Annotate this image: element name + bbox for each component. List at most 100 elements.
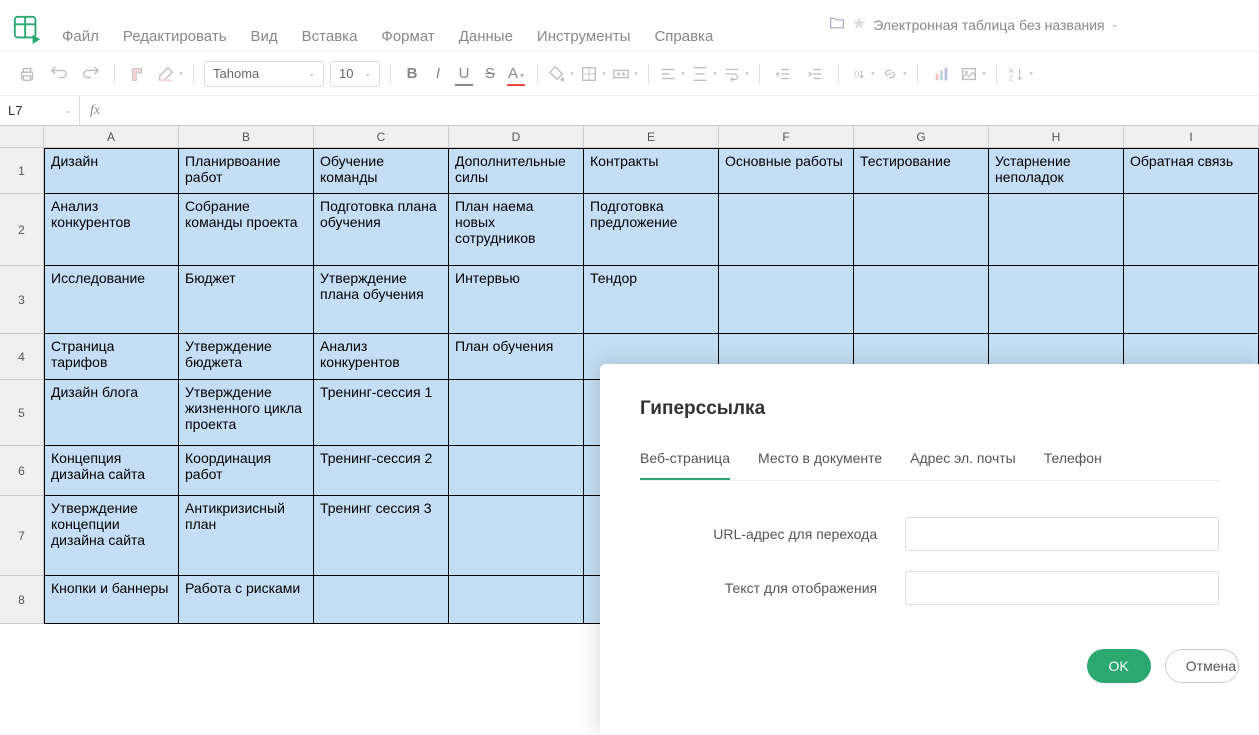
cell[interactable]: Планирвоание работ: [179, 148, 314, 194]
link-button[interactable]: ▾: [881, 61, 907, 87]
row-header[interactable]: 4: [0, 334, 44, 380]
cell[interactable]: [719, 194, 854, 266]
number-format-button[interactable]: .0▾: [849, 61, 875, 87]
align-h-button[interactable]: ▾: [659, 61, 685, 87]
cell[interactable]: Антикризисный план: [179, 496, 314, 576]
redo-button[interactable]: [78, 61, 104, 87]
row-header[interactable]: 5: [0, 380, 44, 446]
cell[interactable]: План обучения: [449, 334, 584, 380]
cell[interactable]: Тренинг-сессия 1: [314, 380, 449, 446]
column-header[interactable]: C: [314, 126, 449, 148]
tab-email[interactable]: Адрес эл. почты: [910, 450, 1016, 480]
indent-left-button[interactable]: [770, 61, 796, 87]
cell-reference[interactable]: L7⌄: [0, 96, 80, 125]
cell[interactable]: Дополнительные силы: [449, 148, 584, 194]
app-logo[interactable]: [12, 14, 42, 44]
menu-tools[interactable]: Инструменты: [537, 28, 631, 45]
cell[interactable]: Собрание команды проекта: [179, 194, 314, 266]
column-header[interactable]: E: [584, 126, 719, 148]
italic-button[interactable]: I: [427, 63, 449, 85]
cell[interactable]: Тренинг сессия 3: [314, 496, 449, 576]
select-all-corner[interactable]: [0, 126, 44, 148]
row-header[interactable]: 1: [0, 148, 44, 194]
clear-format-button[interactable]: ▾: [157, 61, 183, 87]
cell[interactable]: Дизайн: [44, 148, 179, 194]
cell[interactable]: Страница тарифов: [44, 334, 179, 380]
cell[interactable]: План наема новых сотрудников: [449, 194, 584, 266]
cell[interactable]: Тестирование: [854, 148, 989, 194]
text-color-button[interactable]: A▾: [505, 63, 527, 85]
image-button[interactable]: ▾: [960, 61, 986, 87]
menu-edit[interactable]: Редактировать: [123, 28, 227, 45]
cell[interactable]: Дизайн блога: [44, 380, 179, 446]
column-header[interactable]: B: [179, 126, 314, 148]
fill-color-button[interactable]: ▾: [548, 61, 574, 87]
row-header[interactable]: 7: [0, 496, 44, 576]
cell[interactable]: Утверждение плана обучения: [314, 266, 449, 334]
cell[interactable]: Работа с рисками: [179, 576, 314, 624]
cell[interactable]: [449, 576, 584, 624]
undo-button[interactable]: [46, 61, 72, 87]
sort-button[interactable]: AZ▾: [1007, 61, 1033, 87]
cancel-button[interactable]: Отмена: [1165, 649, 1239, 683]
cell[interactable]: Утверждение жизненного цикла проекта: [179, 380, 314, 446]
align-v-button[interactable]: ▾: [691, 61, 717, 87]
column-header[interactable]: D: [449, 126, 584, 148]
url-input[interactable]: [905, 517, 1219, 551]
cell[interactable]: [854, 194, 989, 266]
star-icon[interactable]: [851, 15, 867, 34]
row-header[interactable]: 8: [0, 576, 44, 624]
menu-help[interactable]: Справка: [654, 28, 713, 45]
cell[interactable]: Концепция дизайна сайта: [44, 446, 179, 496]
cell[interactable]: Основные работы: [719, 148, 854, 194]
cell[interactable]: Тендор: [584, 266, 719, 334]
wrap-button[interactable]: ▾: [723, 61, 749, 87]
tab-phone[interactable]: Телефон: [1044, 450, 1102, 480]
chart-button[interactable]: [928, 61, 954, 87]
cell[interactable]: Утверждение бюджета: [179, 334, 314, 380]
cell[interactable]: Координация работ: [179, 446, 314, 496]
cell[interactable]: [1124, 266, 1259, 334]
row-header[interactable]: 6: [0, 446, 44, 496]
bold-button[interactable]: B: [401, 63, 423, 85]
cell[interactable]: Подготовка плана обучения: [314, 194, 449, 266]
cell[interactable]: Анализ конкурентов: [44, 194, 179, 266]
row-header[interactable]: 3: [0, 266, 44, 334]
cell[interactable]: Обратная связь: [1124, 148, 1259, 194]
cell[interactable]: Утверждение концепции дизайна сайта: [44, 496, 179, 576]
ok-button[interactable]: OK: [1087, 649, 1151, 683]
cell[interactable]: [449, 496, 584, 576]
menu-data[interactable]: Данные: [459, 28, 513, 45]
font-size-select[interactable]: 10⌄: [330, 61, 380, 87]
tab-webpage[interactable]: Веб-страница: [640, 450, 730, 480]
menu-insert[interactable]: Вставка: [302, 28, 358, 45]
cell[interactable]: [989, 194, 1124, 266]
underline-button[interactable]: U: [453, 63, 475, 85]
column-header[interactable]: G: [854, 126, 989, 148]
cell[interactable]: Бюджет: [179, 266, 314, 334]
column-header[interactable]: H: [989, 126, 1124, 148]
cell[interactable]: Обучение команды: [314, 148, 449, 194]
indent-right-button[interactable]: [802, 61, 828, 87]
cell[interactable]: [989, 266, 1124, 334]
cell[interactable]: [449, 446, 584, 496]
cell[interactable]: Подготовка предложение: [584, 194, 719, 266]
strike-button[interactable]: S: [479, 63, 501, 85]
display-text-input[interactable]: [905, 571, 1219, 605]
formula-input[interactable]: [110, 96, 1259, 125]
cell[interactable]: [719, 266, 854, 334]
cell[interactable]: Кнопки и баннеры: [44, 576, 179, 624]
column-header[interactable]: I: [1124, 126, 1259, 148]
column-header[interactable]: F: [719, 126, 854, 148]
cell[interactable]: [854, 266, 989, 334]
document-title[interactable]: Электронная таблица без названия: [873, 17, 1104, 33]
cell[interactable]: Устарнение неполадок: [989, 148, 1124, 194]
column-header[interactable]: A: [44, 126, 179, 148]
chevron-down-icon[interactable]: ⌄: [1111, 19, 1119, 30]
cell[interactable]: Исследование: [44, 266, 179, 334]
cell[interactable]: Интервью: [449, 266, 584, 334]
print-button[interactable]: [14, 61, 40, 87]
cell[interactable]: [449, 380, 584, 446]
document-title-bar[interactable]: Электронная таблица без названия ⌄: [829, 15, 1119, 34]
fx-icon[interactable]: fx: [80, 103, 110, 119]
